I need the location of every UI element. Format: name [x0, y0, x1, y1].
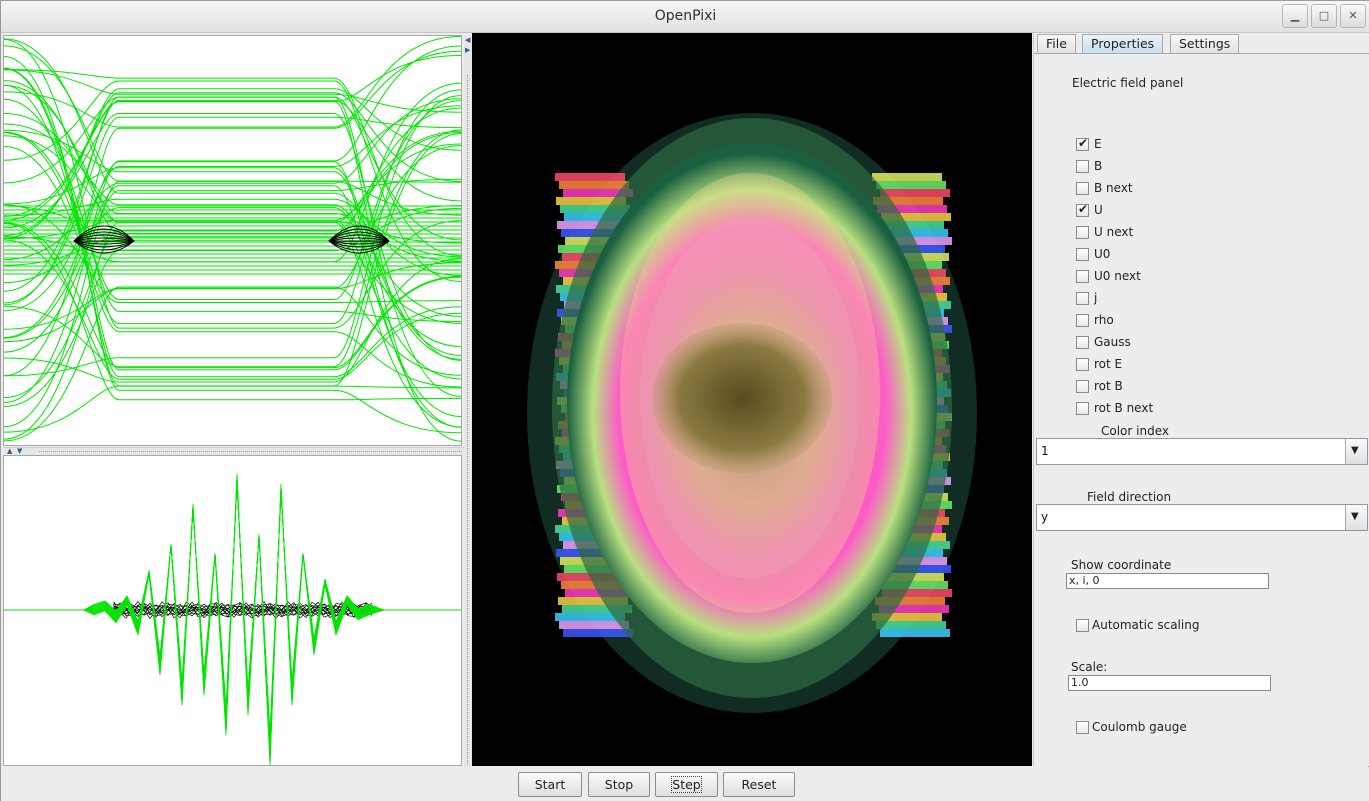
field-profile-svg — [4, 473, 461, 765]
properties-panel: File Properties Settings Electric field … — [1033, 33, 1369, 766]
checkmark-icon: ✔ — [1078, 136, 1089, 150]
scale-label: Scale: — [1071, 660, 1108, 674]
coulomb-gauge-checkbox[interactable] — [1076, 721, 1089, 734]
vertical-splitter[interactable]: ◀ ▶ — [464, 35, 472, 767]
step-button[interactable]: Step — [655, 772, 718, 797]
tab-settings[interactable]: Settings — [1170, 34, 1240, 54]
tab-file[interactable]: File — [1037, 34, 1076, 54]
color-index-dropdown-button[interactable]: ▼ — [1345, 439, 1367, 464]
color-index-value: 1 — [1041, 444, 1049, 458]
checkbox-u0[interactable] — [1076, 248, 1089, 261]
automatic-scaling-checkbox[interactable] — [1076, 619, 1089, 632]
tab-properties[interactable]: Properties — [1082, 34, 1164, 54]
checkbox-label: j — [1094, 291, 1098, 305]
checkbox-rho[interactable] — [1076, 314, 1089, 327]
stop-button-label: Stop — [604, 777, 634, 792]
field-direction-dropdown-button[interactable]: ▼ — [1345, 505, 1367, 530]
close-icon: ✕ — [1348, 9, 1358, 22]
checkbox-label: E — [1094, 137, 1102, 151]
left-pane: ▲ ▼ — [3, 35, 464, 767]
start-button[interactable]: Start — [518, 772, 582, 797]
checkbox-label: Gauss — [1094, 335, 1131, 349]
checkbox-j[interactable] — [1076, 292, 1089, 305]
checkbox-rot-b[interactable] — [1076, 380, 1089, 393]
checkbox-label: U0 — [1094, 247, 1111, 261]
coulomb-gauge-label: Coulomb gauge — [1092, 720, 1187, 734]
tab-bar: File Properties Settings — [1034, 33, 1369, 54]
checkbox-rot-e[interactable] — [1076, 358, 1089, 371]
app-window: OpenPixi ▁ □ ✕ ▲ ▼ ◀ ▶ File Properties S… — [0, 0, 1369, 801]
show-coordinate-label: Show coordinate — [1071, 558, 1172, 572]
checkbox-label: U0 next — [1094, 269, 1141, 283]
trajectories-svg — [3, 35, 462, 442]
close-button[interactable]: ✕ — [1340, 4, 1366, 28]
checkbox-label: rot B next — [1094, 401, 1154, 415]
particle-trajectories-plot — [3, 35, 462, 446]
maximize-icon: □ — [1318, 9, 1330, 22]
minimize-button[interactable]: ▁ — [1282, 4, 1308, 28]
automatic-scaling-label: Automatic scaling — [1092, 618, 1200, 632]
checkbox-gauss[interactable] — [1076, 336, 1089, 349]
minimize-icon: ▁ — [1290, 9, 1300, 22]
color-index-label: Color index — [1101, 424, 1169, 438]
checkbox-u0-next[interactable] — [1076, 270, 1089, 283]
checkbox-label: B — [1094, 159, 1103, 173]
checkbox-label: rot B — [1094, 379, 1123, 393]
field-direction-select[interactable]: y ▼ — [1036, 504, 1368, 531]
panel-heading: Electric field panel — [1072, 76, 1184, 90]
show-coordinate-input[interactable]: x, i, 0 — [1066, 573, 1269, 589]
split-down-icon[interactable]: ▼ — [17, 448, 22, 455]
field-direction-value: y — [1041, 510, 1049, 524]
field-visualization-svg — [482, 73, 1022, 753]
maximize-button[interactable]: □ — [1311, 4, 1337, 28]
field-profile-plot — [3, 455, 462, 766]
checkbox-e[interactable]: ✔ — [1076, 136, 1089, 151]
properties-tab-content: Electric field panel ✔ E B B next ✔ U U next U0… — [1034, 53, 1369, 766]
checkmark-icon: ✔ — [1078, 202, 1089, 216]
horizontal-splitter[interactable]: ▲ ▼ — [3, 447, 464, 455]
checkbox-label: U — [1094, 203, 1103, 217]
start-button-label: Start — [534, 777, 566, 792]
checkbox-label: rot E — [1094, 357, 1123, 371]
window-title: OpenPixi — [654, 8, 717, 24]
split-left-icon[interactable]: ◀ — [465, 37, 470, 44]
split-up-icon[interactable]: ▲ — [7, 448, 12, 455]
chevron-down-icon: ▼ — [1351, 445, 1359, 456]
checkbox-label: rho — [1094, 313, 1114, 327]
checkbox-b-next[interactable] — [1076, 182, 1089, 195]
checkbox-b[interactable] — [1076, 160, 1089, 173]
checkbox-label: B next — [1094, 181, 1133, 195]
split-right-icon[interactable]: ▶ — [465, 47, 470, 54]
chevron-down-icon: ▼ — [1351, 511, 1359, 522]
title-bar: OpenPixi ▁ □ ✕ — [1, 1, 1369, 33]
scale-input[interactable]: 1.0 — [1068, 675, 1271, 691]
checkbox-rot-b-next[interactable] — [1076, 402, 1089, 415]
reset-button-label: Reset — [741, 777, 777, 792]
step-button-label: Step — [671, 776, 702, 793]
checkbox-label: U next — [1094, 225, 1134, 239]
field-visualization — [472, 33, 1032, 766]
field-direction-label: Field direction — [1087, 490, 1172, 504]
reset-button[interactable]: Reset — [723, 772, 795, 797]
simulation-controls: Start Stop Step Reset — [1, 767, 1369, 801]
checkbox-u[interactable]: ✔ — [1076, 202, 1089, 217]
color-index-select[interactable]: 1 ▼ — [1036, 438, 1368, 465]
stop-button[interactable]: Stop — [588, 772, 650, 797]
checkbox-u-next[interactable] — [1076, 226, 1089, 239]
